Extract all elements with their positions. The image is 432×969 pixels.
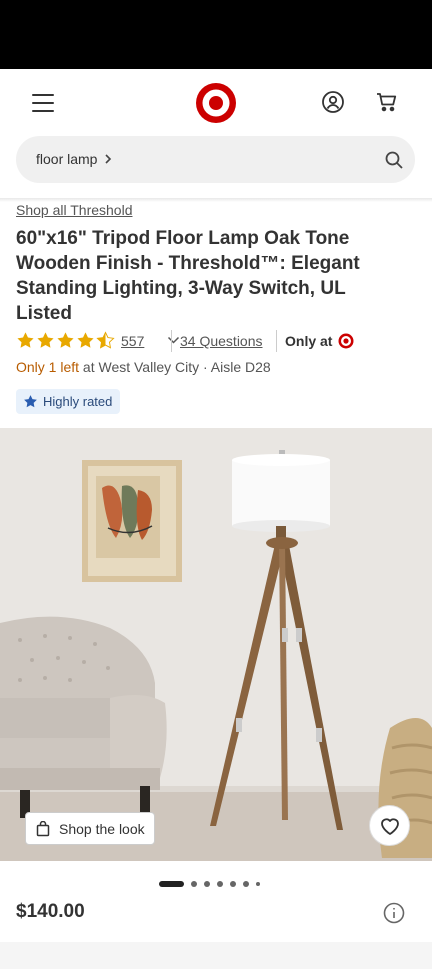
half-star-icon: [96, 331, 115, 349]
rating-row: 557 34 Questions Only at: [16, 330, 416, 352]
favorite-button[interactable]: [369, 805, 410, 846]
stock-location: at West Valley City · Aisle D28: [79, 359, 271, 375]
carousel-dot-active[interactable]: [159, 881, 184, 887]
search-bar[interactable]: floor lamp: [16, 136, 415, 183]
image-carousel-indicator[interactable]: [159, 880, 260, 888]
review-count-link[interactable]: 557: [121, 333, 144, 349]
shop-brand-link[interactable]: Shop all Threshold: [16, 202, 132, 218]
only-at-label: Only at: [285, 333, 333, 349]
cart-icon[interactable]: [375, 90, 399, 114]
star-icon: [17, 332, 34, 348]
info-icon[interactable]: [383, 902, 405, 924]
star-icon: [77, 332, 94, 348]
target-logo[interactable]: [195, 82, 237, 124]
carousel-dot[interactable]: [191, 881, 197, 887]
status-bar: [0, 0, 432, 69]
carousel-dot[interactable]: [217, 881, 223, 887]
shop-the-look-label: Shop the look: [59, 820, 145, 837]
chevron-down-icon[interactable]: [167, 335, 180, 345]
heart-icon: [380, 817, 399, 835]
target-logo-small: [338, 333, 354, 349]
shop-the-look-button[interactable]: Shop the look: [25, 812, 155, 845]
divider: [276, 330, 277, 352]
badge-label: Highly rated: [43, 394, 113, 409]
chevron-right-icon: [105, 154, 112, 164]
star-icon: [37, 332, 54, 348]
hamburger-menu-icon[interactable]: [32, 94, 56, 112]
bottom-bar: [0, 942, 432, 969]
carousel-dot[interactable]: [204, 881, 210, 887]
divider: [171, 330, 172, 352]
highly-rated-badge: Highly rated: [16, 389, 121, 414]
product-photo: [0, 428, 432, 861]
questions-link[interactable]: 34 Questions: [180, 333, 263, 349]
star-icon: [24, 395, 37, 408]
star-icon: [57, 332, 74, 348]
product-image[interactable]: [0, 428, 432, 861]
stock-info: Only 1 left at West Valley City · Aisle …: [16, 359, 271, 375]
carousel-dot[interactable]: [243, 881, 249, 887]
carousel-dot[interactable]: [230, 881, 236, 887]
stock-warning: Only 1 left: [16, 359, 80, 375]
star-rating[interactable]: [16, 331, 115, 350]
account-icon[interactable]: [321, 90, 345, 114]
search-icon[interactable]: [384, 150, 404, 170]
price: $140.00: [16, 901, 85, 922]
product-title: 60"x16" Tripod Floor Lamp Oak Tone Woode…: [16, 228, 360, 324]
shopping-bag-icon: [36, 820, 50, 836]
carousel-dot[interactable]: [256, 882, 260, 886]
search-term[interactable]: floor lamp: [36, 151, 97, 167]
